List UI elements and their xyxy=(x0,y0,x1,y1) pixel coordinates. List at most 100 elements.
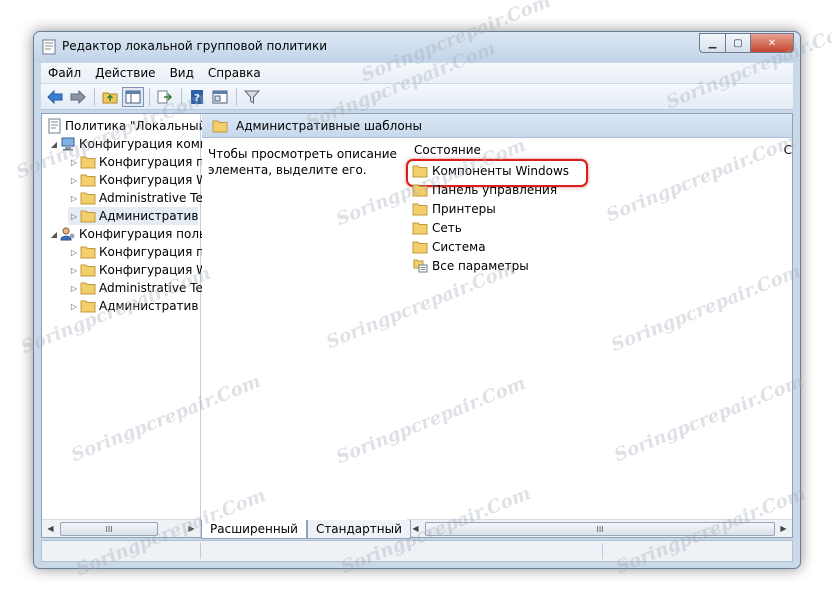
menu-file[interactable]: Файл xyxy=(41,66,88,80)
list-item-label: Панель управления xyxy=(432,183,558,197)
filter-icon xyxy=(244,90,260,104)
tree-item-label: Administrative Te xyxy=(99,281,203,295)
tree-item-user-config[interactable]: ◢ Конфигурация поль xyxy=(48,225,206,243)
tree-item-label: Конфигурация W xyxy=(99,263,209,277)
list-item-all-settings[interactable]: Все параметры xyxy=(412,257,529,275)
status-divider xyxy=(200,543,201,559)
console-content: Политика "Локальный ◢ Конфигурация комп … xyxy=(41,113,793,538)
collapsed-arrow-icon[interactable]: ▷ xyxy=(68,248,80,257)
collapsed-arrow-icon[interactable]: ▷ xyxy=(68,158,80,167)
details-pane: Административные шаблоны Чтобы просмотре… xyxy=(202,114,792,537)
list-item-label: Компоненты Windows xyxy=(432,164,570,178)
tree-item-label: Конфигурация п xyxy=(99,155,204,169)
collapsed-arrow-icon[interactable]: ▷ xyxy=(68,194,80,203)
tab-standard[interactable]: Стандартный xyxy=(306,520,411,539)
details-horizontal-scrollbar[interactable]: ◀ III ▶ xyxy=(407,519,792,537)
tree-item-label: Конфигурация п xyxy=(99,245,204,259)
collapsed-arrow-icon[interactable]: ▷ xyxy=(68,176,80,185)
folder-icon xyxy=(412,241,428,254)
folder-icon xyxy=(412,222,428,235)
tree-item-administrative-templates-selected[interactable]: ▷ Административ xyxy=(68,207,199,225)
list-item-control-panel[interactable]: Панель управления xyxy=(412,181,557,199)
tree-item-label: Административ xyxy=(99,209,199,223)
list-item-system[interactable]: Система xyxy=(412,238,486,256)
forward-arrow-icon xyxy=(70,89,86,104)
scroll-thumb-grip: III xyxy=(596,524,604,534)
tree-horizontal-scrollbar[interactable]: ◀ III ▶ xyxy=(42,519,200,537)
list-item-label: Принтеры xyxy=(432,202,496,216)
view-tabs: Расширенный Стандартный xyxy=(201,520,411,540)
svg-text:?: ? xyxy=(194,93,200,104)
properties-icon xyxy=(212,90,228,103)
minimize-icon: ▁ xyxy=(708,37,717,49)
expanded-arrow-icon[interactable]: ◢ xyxy=(48,230,60,239)
back-button[interactable] xyxy=(44,87,66,107)
maximize-icon: ▢ xyxy=(733,37,743,49)
folder-icon xyxy=(412,165,428,178)
scroll-thumb[interactable]: III xyxy=(425,522,775,536)
tree-item-windows-settings[interactable]: ▷ Конфигурация W xyxy=(68,171,208,189)
scroll-thumb-grip: III xyxy=(105,524,113,534)
menu-view[interactable]: Вид xyxy=(163,66,201,80)
folder-icon xyxy=(80,210,96,223)
tree-item-user-administrative-templates[interactable]: ▷ Административ xyxy=(68,297,199,315)
collapsed-arrow-icon[interactable]: ▷ xyxy=(68,284,80,293)
description-text: Чтобы просмотреть описание элемента, выд… xyxy=(208,147,397,177)
expanded-arrow-icon[interactable]: ◢ xyxy=(48,140,60,149)
tree-item-user-administrative-templates-en[interactable]: ▷ Administrative Te xyxy=(68,279,203,297)
show-hide-tree-button[interactable] xyxy=(122,86,144,107)
menu-help[interactable]: Справка xyxy=(201,66,268,80)
close-button[interactable]: ✕ xyxy=(751,33,794,53)
list-item-windows-components[interactable]: Компоненты Windows xyxy=(412,162,569,180)
tree-item-label: Политика "Локальный xyxy=(65,119,207,133)
menu-action[interactable]: Действие xyxy=(88,66,162,80)
menu-bar: Файл Действие Вид Справка xyxy=(41,63,793,83)
help-icon: ? xyxy=(191,89,203,104)
list-item-label: Система xyxy=(432,240,486,254)
up-level-button[interactable] xyxy=(99,87,121,107)
folder-icon xyxy=(212,120,228,132)
folder-icon xyxy=(80,156,96,169)
tree-item-user-windows-settings[interactable]: ▷ Конфигурация W xyxy=(68,261,208,279)
export-list-button[interactable] xyxy=(154,87,176,107)
tree-item-user-software-settings[interactable]: ▷ Конфигурация п xyxy=(68,243,204,261)
scroll-thumb[interactable]: III xyxy=(60,522,158,536)
console-tree[interactable]: Политика "Локальный ◢ Конфигурация комп … xyxy=(42,114,208,537)
maximize-button[interactable]: ▢ xyxy=(726,33,751,53)
close-icon: ✕ xyxy=(767,37,777,49)
tree-item-label: Administrative Te xyxy=(99,191,203,205)
status-bar xyxy=(41,540,793,562)
tree-item-software-settings[interactable]: ▷ Конфигурация п xyxy=(68,153,204,171)
tree-item-administrative-templates-en[interactable]: ▷ Administrative Te xyxy=(68,189,203,207)
collapsed-arrow-icon[interactable]: ▷ xyxy=(68,212,80,221)
scroll-left-icon[interactable]: ◀ xyxy=(42,520,59,537)
collapsed-arrow-icon[interactable]: ▷ xyxy=(68,266,80,275)
console-tree-icon xyxy=(125,90,141,103)
gpedit-window: Редактор локальной групповой политики ▁ … xyxy=(33,31,801,569)
user-icon xyxy=(60,227,75,241)
toolbar-separator xyxy=(181,87,182,106)
properties-button[interactable] xyxy=(209,87,231,107)
list-item-printers[interactable]: Принтеры xyxy=(412,200,496,218)
gpedit-app-icon xyxy=(42,39,56,55)
list-item-network[interactable]: Сеть xyxy=(412,219,462,237)
column-header-extra[interactable]: С xyxy=(784,143,792,157)
scroll-right-icon[interactable]: ▶ xyxy=(183,520,200,537)
title-bar[interactable]: Редактор локальной групповой политики ▁ … xyxy=(34,32,800,62)
filter-button[interactable] xyxy=(241,87,263,107)
tree-item-computer-config[interactable]: ◢ Конфигурация комп xyxy=(48,135,208,153)
list-item-label: Все параметры xyxy=(432,259,529,273)
collapsed-arrow-icon[interactable]: ▷ xyxy=(68,302,80,311)
folder-icon xyxy=(80,174,96,187)
tree-item-root[interactable]: Политика "Локальный xyxy=(48,117,206,135)
settings-list-icon xyxy=(413,259,428,273)
folder-up-icon xyxy=(102,92,118,103)
column-header-state[interactable]: Состояние xyxy=(414,143,481,157)
tab-extended[interactable]: Расширенный xyxy=(201,520,307,539)
scroll-right-icon[interactable]: ▶ xyxy=(775,520,792,537)
minimize-button[interactable]: ▁ xyxy=(699,33,726,53)
help-button[interactable]: ? xyxy=(186,87,208,107)
tree-item-label: Конфигурация поль xyxy=(79,227,207,241)
forward-button[interactable] xyxy=(67,87,89,107)
toolbar: ? xyxy=(41,84,793,110)
